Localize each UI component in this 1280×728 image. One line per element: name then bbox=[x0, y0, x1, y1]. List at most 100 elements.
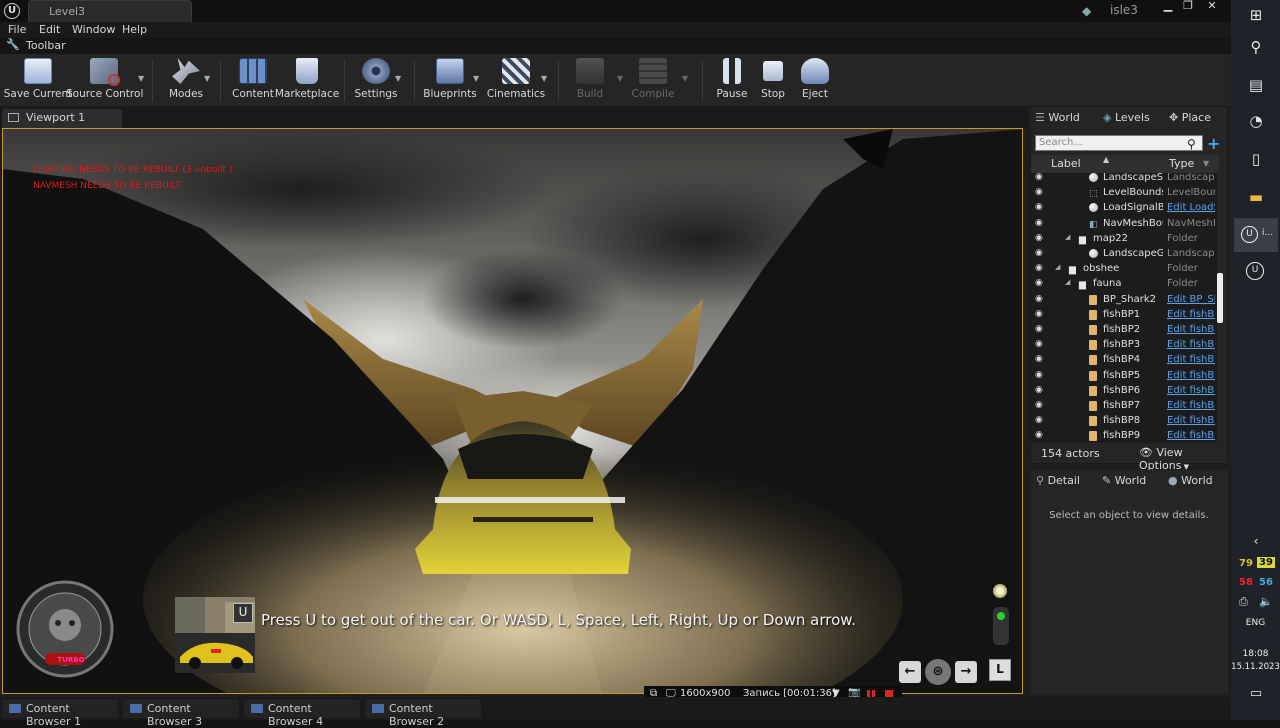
outliner-row[interactable]: ◉ LandscapeGi Landscape bbox=[1031, 247, 1217, 262]
compile-button[interactable]: Compile bbox=[615, 58, 691, 104]
eject-button[interactable]: Eject bbox=[777, 58, 853, 104]
row-type[interactable]: Edit fishBP bbox=[1167, 400, 1215, 411]
menu-edit[interactable]: Edit bbox=[39, 23, 60, 36]
outliner-row[interactable]: ◉ ⬚ LevelBounds LevelBoun bbox=[1031, 186, 1217, 201]
level-tab[interactable]: Level3 bbox=[28, 0, 192, 22]
network-icon[interactable]: ⎙ bbox=[1239, 595, 1248, 609]
tab-content-browser-4[interactable]: Content Browser 4 bbox=[244, 699, 360, 728]
arrow-right-icon[interactable]: → bbox=[955, 661, 977, 683]
visibility-eye-icon[interactable]: ◉ bbox=[1035, 400, 1047, 412]
row-type[interactable]: Edit BP_Sh bbox=[1167, 294, 1215, 305]
outliner-row[interactable]: ◉ ◢ ▆ fauna Folder bbox=[1031, 277, 1217, 292]
outliner-search-input[interactable]: Search... bbox=[1035, 135, 1203, 151]
outliner-row[interactable]: ◉ fishBP7 Edit fishBP bbox=[1031, 399, 1217, 414]
visibility-eye-icon[interactable]: ◉ bbox=[1035, 370, 1047, 382]
outliner-scrollbar[interactable] bbox=[1217, 273, 1223, 323]
visibility-eye-icon[interactable]: ◉ bbox=[1035, 202, 1047, 214]
outliner-row[interactable]: ◉ ◧ NavMeshBou NavMeshB bbox=[1031, 217, 1217, 232]
visibility-eye-icon[interactable]: ◉ bbox=[1035, 187, 1047, 199]
expand-arrow-icon[interactable]: ◢ bbox=[1065, 278, 1070, 286]
outliner-row[interactable]: ◉ fishBP3 Edit fishBP bbox=[1031, 338, 1217, 353]
visibility-eye-icon[interactable]: ◉ bbox=[1035, 218, 1047, 230]
column-type[interactable]: Type bbox=[1169, 157, 1194, 170]
tab-world-settings[interactable]: ✎ World bbox=[1102, 474, 1162, 492]
expand-arrow-icon[interactable]: ◢ bbox=[1065, 233, 1070, 241]
arrow-left-icon[interactable]: ← bbox=[899, 661, 921, 683]
visibility-eye-icon[interactable]: ◉ bbox=[1035, 173, 1047, 184]
tab-content-browser-1[interactable]: Content Browser 1 bbox=[2, 699, 118, 728]
visibility-eye-icon[interactable]: ◉ bbox=[1035, 248, 1047, 260]
column-label[interactable]: Label bbox=[1051, 157, 1081, 170]
outliner-row[interactable]: ◉ fishBP1 Edit fishBP bbox=[1031, 308, 1217, 323]
save-current-button[interactable]: Save Current bbox=[0, 58, 76, 104]
app-icon[interactable]: ◔ bbox=[1245, 112, 1267, 134]
settings-dropdown-icon[interactable]: ▼ bbox=[395, 74, 405, 83]
volume-icon[interactable]: 🔈 bbox=[1259, 595, 1273, 608]
notification-icon[interactable]: ▭ bbox=[1245, 686, 1267, 708]
visibility-eye-icon[interactable]: ◉ bbox=[1035, 430, 1047, 442]
menu-window[interactable]: Window bbox=[72, 23, 115, 36]
visibility-eye-icon[interactable]: ◉ bbox=[1035, 385, 1047, 397]
row-type[interactable]: Edit fishBP bbox=[1167, 385, 1215, 396]
app-icon[interactable]: ▤ bbox=[1245, 76, 1267, 98]
cinematics-dropdown-icon[interactable]: ▼ bbox=[541, 74, 551, 83]
outliner-row[interactable]: ◉ BP_Shark2 Edit BP_Sh bbox=[1031, 293, 1217, 308]
visibility-eye-icon[interactable]: ◉ bbox=[1035, 339, 1047, 351]
outliner-row[interactable]: ◉ fishBP4 Edit fishBP bbox=[1031, 353, 1217, 368]
tab-content-browser-3[interactable]: Content Browser 3 bbox=[123, 699, 239, 728]
row-type[interactable]: Edit fishBP bbox=[1167, 415, 1215, 426]
taskbar-item-unreal-active[interactable]: U i... bbox=[1234, 218, 1278, 252]
tab-world-outliner[interactable]: ☰ World bbox=[1035, 111, 1099, 129]
visibility-eye-icon[interactable]: ◉ bbox=[1035, 278, 1047, 290]
visibility-eye-icon[interactable]: ◉ bbox=[1035, 324, 1047, 336]
tab-content-browser-2[interactable]: Content Browser 2 bbox=[365, 699, 481, 728]
tab-details[interactable]: ⚲ Detail bbox=[1036, 474, 1096, 492]
minimize-button[interactable]: ▁ bbox=[1158, 0, 1178, 14]
file-explorer-icon[interactable]: ▬ bbox=[1245, 188, 1267, 210]
clock-date[interactable]: 15.11.2023 bbox=[1231, 662, 1280, 672]
view-options-button[interactable]: 👁 View Options ▼ bbox=[1139, 446, 1227, 472]
close-button[interactable]: ✕ bbox=[1202, 0, 1222, 14]
unreal-logo-icon[interactable]: U bbox=[1246, 262, 1264, 280]
tab-levels[interactable]: ◈ Levels bbox=[1103, 111, 1163, 129]
visibility-eye-icon[interactable]: ◉ bbox=[1035, 309, 1047, 321]
outliner-row[interactable]: ◉ fishBP9 Edit fishBP bbox=[1031, 429, 1217, 443]
source-control-dropdown-icon[interactable]: ▼ bbox=[138, 74, 148, 83]
search-icon[interactable]: ⚲ bbox=[1245, 38, 1267, 60]
compile-dropdown-icon[interactable]: ▼ bbox=[682, 74, 692, 83]
add-folder-icon[interactable]: + bbox=[1207, 134, 1225, 153]
visibility-eye-icon[interactable]: ◉ bbox=[1035, 354, 1047, 366]
chevron-left-icon[interactable]: ‹ bbox=[1245, 534, 1267, 556]
row-type[interactable]: Edit fishBP bbox=[1167, 324, 1215, 335]
restore-button[interactable]: ❐ bbox=[1178, 0, 1198, 14]
menu-file[interactable]: File bbox=[8, 23, 26, 36]
visibility-eye-icon[interactable]: ◉ bbox=[1035, 233, 1047, 245]
row-type[interactable]: Edit fishBP bbox=[1167, 370, 1215, 381]
visibility-eye-icon[interactable]: ◉ bbox=[1035, 294, 1047, 306]
row-type[interactable]: Edit fishBP bbox=[1167, 339, 1215, 350]
unreal-logo-icon[interactable]: U bbox=[4, 3, 20, 19]
viewport-tab[interactable]: Viewport 1 bbox=[2, 109, 122, 128]
expand-arrow-icon[interactable]: ◢ bbox=[1055, 263, 1060, 271]
outliner-row[interactable]: ◉ ◢ ▆ obshee Folder bbox=[1031, 262, 1217, 277]
modes-dropdown-icon[interactable]: ▼ bbox=[204, 74, 214, 83]
row-type[interactable]: Edit LoadS bbox=[1167, 202, 1215, 213]
source-control-button[interactable]: Source Control bbox=[66, 58, 143, 104]
outliner-row[interactable]: ◉ fishBP8 Edit fishBP bbox=[1031, 414, 1217, 429]
steering-wheel-icon[interactable]: ⊛ bbox=[925, 659, 951, 685]
menu-help[interactable]: Help bbox=[122, 23, 147, 36]
outliner-row[interactable]: ◉ fishBP6 Edit fishBP bbox=[1031, 384, 1217, 399]
outliner-row[interactable]: ◉ fishBP2 Edit fishBP bbox=[1031, 323, 1217, 338]
row-type[interactable]: Edit fishBP bbox=[1167, 309, 1215, 320]
type-dropdown-icon[interactable]: ▼ bbox=[1203, 159, 1209, 168]
marketplace-button[interactable]: Marketplace bbox=[269, 58, 345, 104]
outliner-row[interactable]: ◉ LandscapeSt Landscape bbox=[1031, 173, 1217, 186]
outliner-row[interactable]: ◉ ◢ ▆ map22 Folder bbox=[1031, 232, 1217, 247]
row-type[interactable]: Edit fishBP bbox=[1167, 430, 1215, 441]
visibility-eye-icon[interactable]: ◉ bbox=[1035, 263, 1047, 275]
clock-time[interactable]: 18:08 bbox=[1231, 649, 1280, 659]
visibility-eye-icon[interactable]: ◉ bbox=[1035, 415, 1047, 427]
windows-start-icon[interactable]: ⊞ bbox=[1245, 6, 1267, 28]
outliner-row[interactable]: ◉ LoadSignalB Edit LoadS bbox=[1031, 201, 1217, 216]
app-icon[interactable]: ▯ bbox=[1245, 150, 1267, 172]
